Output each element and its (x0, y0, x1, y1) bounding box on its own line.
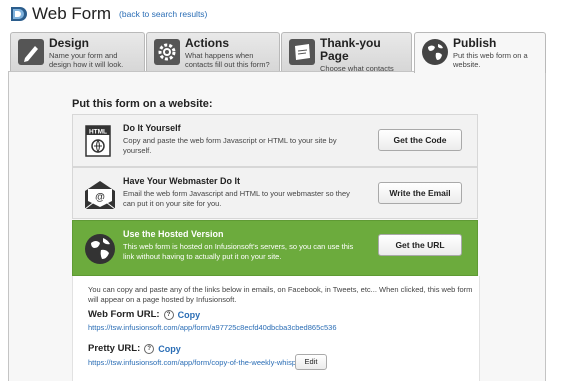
app-logo (8, 4, 28, 24)
option-desc: Copy and paste the web form Javascript o… (123, 136, 337, 155)
tab-publish-desc: Put this web form on a website. (453, 51, 528, 69)
tab-actions-desc: What happens when contacts fill out this… (185, 51, 270, 69)
get-the-url-button[interactable]: Get the URL (378, 234, 462, 256)
option-desc: Email the web form Javascript and HTML t… (123, 189, 350, 208)
html-icon-label: HTML (89, 129, 107, 136)
globe-icon (421, 38, 449, 66)
pretty-url-label-text: Pretty URL: (88, 343, 141, 354)
tab-publish[interactable]: Publish Put this web form on a website. (414, 32, 546, 73)
get-the-code-button[interactable]: Get the Code (378, 129, 462, 151)
edit-pretty-url-button[interactable]: Edit (295, 354, 327, 370)
option-title: Have Your Webmaster Do It (123, 176, 241, 186)
tab-design-desc: Name your form and design how it will lo… (49, 51, 124, 69)
hosted-details: You can copy and paste any of the links … (72, 276, 480, 381)
copy-web-form-url-link[interactable]: Copy (178, 310, 201, 320)
tab-thank-you-title: Thank-you Page (320, 36, 381, 63)
tab-publish-title: Publish (453, 36, 497, 50)
tab-actions[interactable]: Actions What happens when contacts fill … (146, 32, 280, 72)
option-title: Do It Yourself (123, 123, 181, 133)
pretty-url-value[interactable]: https://tsw.infusionsoft.com/app/form/co… (88, 358, 303, 367)
option-desc: This web form is hosted on Infusionsoft'… (123, 242, 354, 261)
option-webmaster: @ Have Your Webmaster Do It Email the we… (72, 167, 478, 219)
globe-icon (83, 232, 117, 266)
email-icon: @ (83, 177, 117, 211)
help-icon[interactable]: ? (144, 343, 155, 354)
tab-design-title: Design (49, 36, 90, 50)
hosted-info-text: You can copy and paste any of the links … (88, 285, 473, 304)
web-form-url-label-text: Web Form URL: (88, 309, 160, 320)
svg-text:@: @ (95, 192, 105, 203)
tab-actions-title: Actions (185, 36, 230, 50)
thanks-note-icon (288, 38, 316, 66)
back-to-search-link[interactable]: (back to search results) (119, 9, 207, 19)
tab-thank-you-page[interactable]: Thank-you Page Choose what contacts see … (281, 32, 412, 91)
web-form-url-label: Web Form URL: ? Copy (88, 309, 200, 320)
tab-design[interactable]: Design Name your form and design how it … (10, 32, 145, 72)
page-header: Web Form (back to search results) (8, 3, 207, 25)
write-the-email-button[interactable]: Write the Email (378, 182, 462, 204)
pretty-url-label: Pretty URL: ? Copy (88, 343, 181, 354)
section-title: Put this form on a website: (72, 98, 213, 110)
web-form-url-value[interactable]: https://tsw.infusionsoft.com/app/form/a9… (88, 323, 337, 332)
html-code-icon: HTML (83, 124, 117, 158)
pencil-icon (17, 38, 45, 66)
page-title: Web Form (32, 4, 112, 23)
option-do-it-yourself: HTML Do It Yourself Copy and paste the w… (72, 114, 478, 167)
gear-icon (153, 38, 181, 66)
option-title: Use the Hosted Version (123, 229, 224, 239)
copy-pretty-url-link[interactable]: Copy (158, 344, 181, 354)
help-icon[interactable]: ? (163, 309, 174, 320)
option-hosted-version: Use the Hosted Version This web form is … (72, 220, 478, 276)
